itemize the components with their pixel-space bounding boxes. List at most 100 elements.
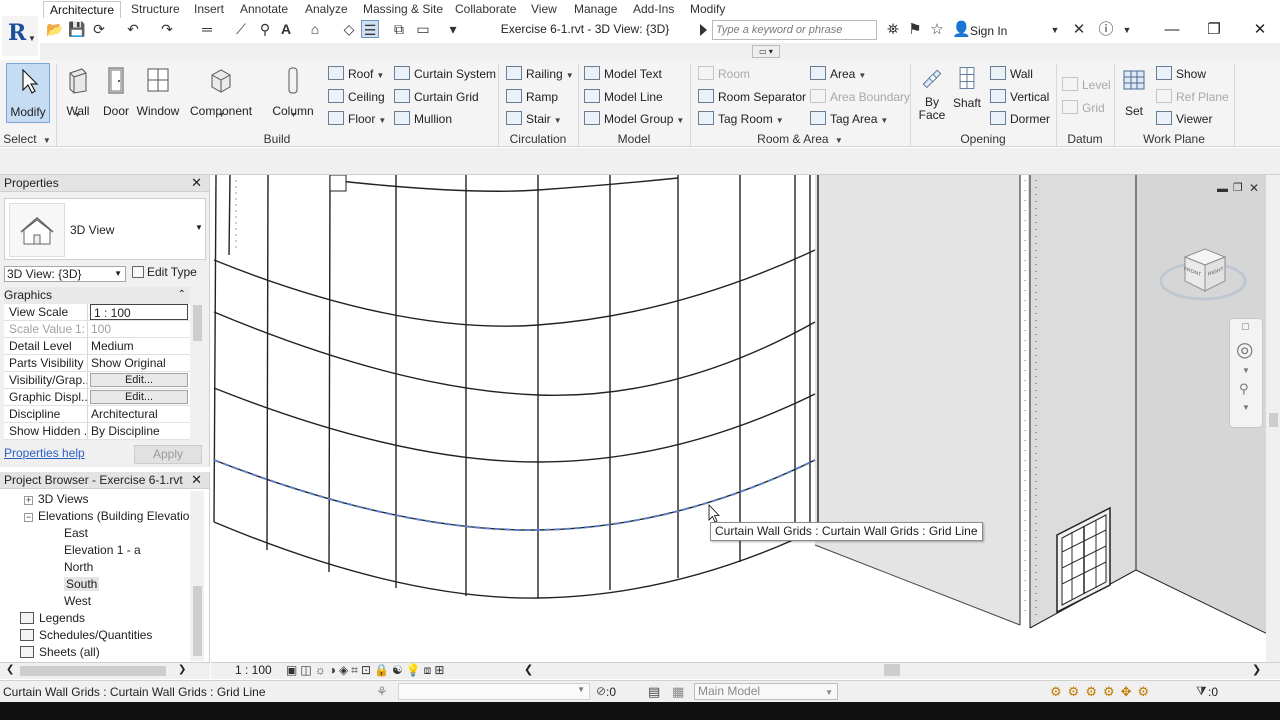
chevron-down-icon[interactable]: ▼ — [195, 223, 203, 232]
door-button[interactable]: Door — [94, 63, 138, 123]
shaft-button[interactable]: Shaft — [948, 63, 986, 123]
search-input[interactable]: Type a keyword or phrase — [712, 20, 877, 40]
drawing-area[interactable]: ▬ ❐ ✕ FRONT RIGHT ▢ ◎ ▼ ⚲ ▼ — [211, 175, 1280, 662]
ramp-button[interactable]: Ramp — [506, 88, 558, 106]
rendering-icon[interactable]: ◈ — [339, 663, 351, 677]
tab-modify[interactable]: Modify — [684, 1, 731, 18]
viewer-button[interactable]: Viewer — [1156, 110, 1212, 128]
chevron-down-icon[interactable]: ▼ — [1242, 366, 1250, 375]
chevron-down-icon[interactable]: ▼ — [74, 112, 81, 119]
text-icon[interactable]: A — [277, 20, 295, 38]
sign-in-button[interactable]: Sign In — [970, 24, 1007, 38]
scroll-right-icon[interactable]: ❯ — [178, 664, 186, 675]
tree-item-north[interactable]: North — [0, 559, 190, 576]
application-menu-button[interactable]: R ▼ — [2, 16, 38, 56]
analytical-model-icon[interactable]: ⊞ — [434, 663, 447, 677]
switch-windows-icon[interactable]: ▭ — [414, 20, 432, 38]
chevron-down-icon[interactable]: ▼ — [1242, 403, 1250, 412]
instance-selector[interactable]: 3D View: {3D} ▼ — [4, 266, 126, 282]
tab-annotate[interactable]: Annotate — [234, 1, 294, 18]
properties-help-link[interactable]: Properties help — [4, 446, 85, 460]
exchange-apps-icon[interactable]: ✕ — [1070, 21, 1088, 39]
tab-structure[interactable]: Structure — [125, 1, 186, 18]
prop-row-detail-level[interactable]: Detail Level Medium — [4, 338, 190, 355]
tree-item-sheets[interactable]: Sheets (all) — [0, 644, 190, 661]
close-icon[interactable]: ▢ — [1241, 321, 1250, 332]
viewport-hscroll-thumb[interactable] — [884, 664, 900, 676]
view-scale-control[interactable]: 1 : 100 — [235, 663, 272, 678]
filter-icon[interactable]: ⧩ — [1196, 684, 1207, 699]
undo-icon[interactable]: ↶ — [124, 20, 142, 38]
tab-massing-site[interactable]: Massing & Site — [357, 1, 449, 18]
scroll-right-icon[interactable]: ❯ — [1252, 663, 1261, 676]
close-icon[interactable]: ✕ — [191, 472, 202, 488]
workset-dropdown[interactable]: ▼ — [398, 683, 590, 700]
tree-item-elevation-1-a[interactable]: Elevation 1 - a — [0, 542, 190, 559]
tree-item-east[interactable]: East — [0, 525, 190, 542]
sync-icon[interactable]: ⟳ — [90, 20, 108, 38]
tag-icon[interactable]: ⚲ — [256, 20, 274, 38]
tree-item-schedules[interactable]: Schedules/Quantities — [0, 627, 190, 644]
restore-icon[interactable]: ❐ — [1194, 18, 1234, 42]
favorites-star-icon[interactable]: ☆ — [928, 21, 946, 39]
view-restore-icon[interactable]: ❐ — [1233, 181, 1243, 194]
prop-row-view-scale[interactable]: View Scale 1 : 100 — [4, 304, 190, 321]
tag-room-button[interactable]: Tag Room ▼ — [698, 110, 784, 128]
minimize-icon[interactable]: — — [1152, 18, 1192, 42]
temporary-hide-icon[interactable]: ☯ — [392, 663, 406, 677]
dormer-button[interactable]: Dormer — [990, 110, 1050, 128]
default-3d-view-icon[interactable]: ⌂ — [306, 20, 324, 38]
3d-model-view[interactable] — [211, 175, 1280, 662]
type-selector[interactable]: 3D View ▼ — [4, 198, 206, 260]
set-work-plane-button[interactable]: Set — [1116, 63, 1152, 123]
scroll-left-icon[interactable]: ❮ — [6, 664, 14, 675]
ribbon-minimize-toggle[interactable]: ▭ ▾ — [752, 45, 780, 58]
view-close-icon[interactable]: ✕ — [1249, 181, 1259, 195]
roof-button[interactable]: Roof ▼ — [328, 65, 384, 83]
worksharing-display-icon[interactable]: ⧈ — [424, 663, 435, 677]
show-work-plane-button[interactable]: Show — [1156, 65, 1206, 83]
scroll-thumb[interactable] — [193, 586, 202, 656]
model-text-button[interactable]: Model Text — [584, 65, 662, 83]
ceiling-button[interactable]: Ceiling — [328, 88, 385, 106]
viewcube[interactable]: FRONT RIGHT — [1157, 235, 1249, 307]
tab-collaborate[interactable]: Collaborate — [449, 1, 522, 18]
section-icon[interactable]: ◇ — [340, 20, 358, 38]
room-button[interactable]: Room — [698, 65, 750, 83]
redo-icon[interactable]: ↷ — [158, 20, 176, 38]
select-by-face-icon[interactable]: ⚙ — [1103, 684, 1121, 699]
tree-item-south[interactable]: South — [64, 577, 100, 591]
area-boundary-button[interactable]: Area Boundary — [810, 88, 910, 106]
expand-search-icon[interactable] — [700, 24, 707, 36]
tab-architecture[interactable]: Architecture — [43, 1, 122, 18]
wall-opening-button[interactable]: Wall — [990, 65, 1033, 83]
tab-manage[interactable]: Manage — [568, 1, 623, 18]
reveal-hidden-icon[interactable]: 💡 — [406, 663, 424, 677]
tree-item-elevations[interactable]: − Elevations (Building Elevation — [0, 508, 190, 525]
modify-button[interactable]: Modify — [6, 63, 50, 123]
binoculars-icon[interactable]: ⛯ — [884, 21, 902, 39]
chevron-down-icon[interactable]: ▼ — [290, 112, 297, 119]
apply-button[interactable]: Apply — [134, 445, 202, 464]
model-line-button[interactable]: Model Line — [584, 88, 663, 106]
chevron-down-icon[interactable]: ▼ — [1046, 21, 1064, 39]
stair-button[interactable]: Stair ▼ — [506, 110, 562, 128]
vertical-opening-button[interactable]: Vertical — [990, 88, 1049, 106]
visibility-edit-button[interactable]: Edit... — [90, 373, 188, 387]
crop-view-icon[interactable]: ⌗ — [351, 663, 361, 677]
tab-add-ins[interactable]: Add-Ins — [627, 1, 680, 18]
scroll-thumb[interactable] — [1269, 413, 1278, 427]
curtain-system-button[interactable]: Curtain System — [394, 65, 496, 83]
tab-view[interactable]: View — [525, 1, 563, 18]
chevron-down-icon[interactable]: ▼ — [1118, 21, 1136, 39]
window-button[interactable]: Window — [136, 63, 180, 123]
graphic-display-edit-button[interactable]: Edit... — [90, 390, 188, 404]
exclude-options-icon[interactable]: ▦ — [672, 684, 684, 700]
tree-item-legends[interactable]: Legends — [0, 610, 190, 627]
edit-type-button[interactable]: Edit Type — [132, 265, 197, 279]
tag-area-button[interactable]: Tag Area ▼ — [810, 110, 888, 128]
room-area-panel-label[interactable]: Room & Area ▼ — [690, 132, 910, 147]
tab-analyze[interactable]: Analyze — [299, 1, 354, 18]
railing-button[interactable]: Railing ▼ — [506, 65, 574, 83]
subscription-icon[interactable]: ⚑ — [906, 21, 924, 39]
